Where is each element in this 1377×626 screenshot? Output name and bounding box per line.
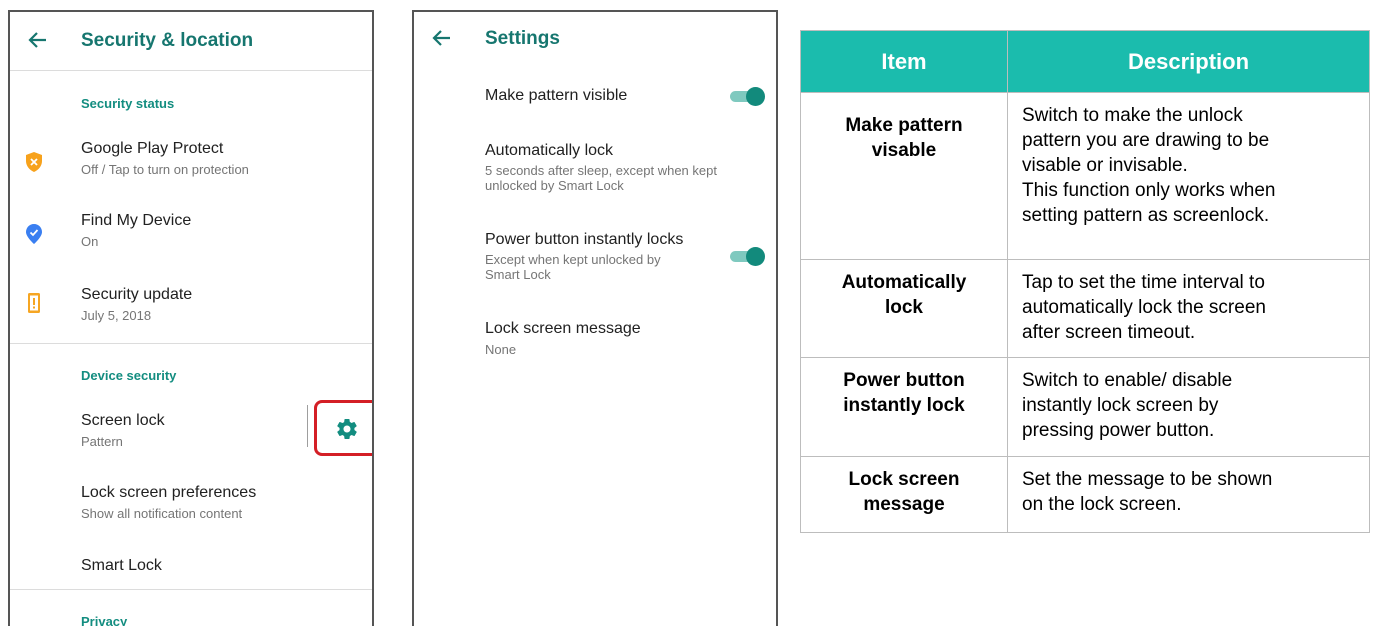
item-subtitle: Show all notification content	[81, 506, 243, 521]
power-button-instantly-locks-toggle[interactable]	[730, 245, 766, 267]
section-device-security: Device security	[81, 368, 177, 383]
row-description: Tap to set the time interval to automati…	[1007, 259, 1370, 358]
item-name-line: instantly lock	[843, 395, 965, 416]
item-title: Lock screen preferences	[81, 484, 257, 501]
item-subtitle: 5 seconds after sleep, except when kept	[485, 163, 717, 178]
description-line: Tap to set the time interval to	[1022, 272, 1265, 293]
description-line: Switch to enable/ disable	[1022, 370, 1233, 391]
section-security-status: Security status	[81, 96, 175, 111]
item-title: Make pattern visible	[485, 87, 628, 104]
table-row: Make pattern visable Switch to make the …	[800, 92, 1370, 260]
item-name-line: message	[863, 494, 945, 515]
description-line: setting pattern as screenlock.	[1022, 205, 1270, 226]
item-title: Power button instantly locks	[485, 231, 684, 248]
row-item-name: Make pattern visable	[800, 92, 1008, 260]
item-title: Security update	[81, 286, 193, 303]
security-location-screen: Security & location Security status Goog…	[8, 10, 374, 626]
row-description: Switch to make the unlock pattern you ar…	[1007, 92, 1370, 260]
table-row: Power button instantly lock Switch to en…	[800, 357, 1370, 457]
table-row: Automatically lock Tap to set the time i…	[800, 259, 1370, 358]
table-row: Lock screen message Set the message to b…	[800, 456, 1370, 533]
item-title: Smart Lock	[81, 557, 162, 574]
gear-icon	[337, 419, 357, 440]
item-name-line: lock	[884, 297, 924, 318]
item-title: Screen lock	[81, 412, 165, 429]
table-header-row: Item Description	[800, 30, 1370, 93]
item-name-line: Lock screen	[848, 469, 960, 490]
item-subtitle: July 5, 2018	[81, 308, 152, 323]
description-line: Switch to make the unlock	[1022, 105, 1243, 126]
item-subtitle: Smart Lock	[485, 267, 551, 282]
column-header-item: Item	[800, 30, 1008, 93]
description-line: This function only works when	[1022, 180, 1276, 201]
divider	[10, 70, 372, 71]
make-pattern-visible-toggle[interactable]	[730, 85, 766, 107]
app-bar: Security & location	[10, 12, 372, 70]
row-item-name: Power button instantly lock	[800, 357, 1008, 457]
row-item-name: Lock screen message	[800, 456, 1008, 533]
item-subtitle: Except when kept unlocked by	[485, 252, 661, 267]
description-line: pressing power button.	[1022, 420, 1215, 441]
screen-lock-settings-button[interactable]	[314, 400, 372, 456]
description-line: after screen timeout.	[1022, 322, 1196, 343]
description-line: Set the message to be shown	[1022, 469, 1273, 490]
item-subtitle: Pattern	[81, 434, 123, 449]
shield-warning-icon	[24, 151, 44, 173]
settings-screen: Settings Make pattern visible Automatica…	[412, 10, 778, 626]
item-subtitle: Off / Tap to turn on protection	[81, 162, 249, 177]
description-line: on the lock screen.	[1022, 494, 1182, 515]
location-check-icon	[24, 223, 44, 245]
column-header-description: Description	[1007, 30, 1370, 93]
item-name-line: visable	[871, 140, 937, 161]
arrow-left-icon[interactable]	[428, 24, 456, 52]
phone-alert-icon	[24, 292, 44, 314]
page-title: Security & location	[81, 30, 254, 51]
toggle-thumb	[746, 247, 765, 266]
item-title: Automatically lock	[485, 142, 614, 159]
app-bar: Settings	[414, 12, 776, 70]
item-title: Lock screen message	[485, 320, 641, 337]
item-title: Find My Device	[81, 212, 192, 229]
item-name-line: Automatically	[841, 272, 967, 293]
description-line: visable or invisable.	[1022, 155, 1188, 176]
divider	[10, 589, 372, 590]
item-subtitle: On	[81, 234, 99, 249]
item-name-line: Power button	[843, 370, 965, 391]
toggle-thumb	[746, 87, 765, 106]
description-line: instantly lock screen by	[1022, 395, 1219, 416]
arrow-left-icon[interactable]	[24, 26, 52, 54]
section-privacy: Privacy	[81, 614, 128, 626]
row-description: Set the message to be shown on the lock …	[1007, 456, 1370, 533]
divider	[10, 343, 372, 344]
item-subtitle: unlocked by Smart Lock	[485, 178, 624, 193]
description-line: automatically lock the screen	[1022, 297, 1266, 318]
description-line: pattern you are drawing to be	[1022, 130, 1270, 151]
settings-description-table: Item Description Make pattern visable Sw…	[800, 30, 1370, 533]
page-title: Settings	[485, 28, 560, 49]
row-description: Switch to enable/ disable instantly lock…	[1007, 357, 1370, 457]
vertical-separator	[307, 405, 308, 447]
item-name-line: Make pattern	[845, 115, 963, 136]
item-subtitle: None	[485, 342, 517, 357]
item-title: Google Play Protect	[81, 140, 224, 157]
row-item-name: Automatically lock	[800, 259, 1008, 358]
